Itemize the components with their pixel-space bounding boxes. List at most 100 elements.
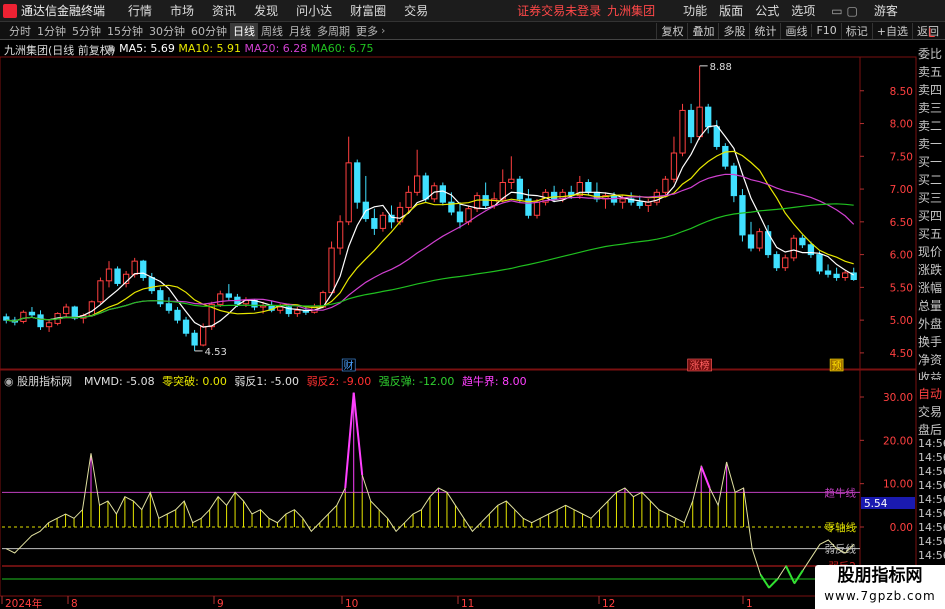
chart-canvas[interactable]: 8.50 8.00 7.50 7.00 6.50 6.00 5.50 5.00 4.50 8.88… xyxy=(0,0,945,609)
candle-body[interactable] xyxy=(705,106,712,128)
quote-field-label: 收益 xyxy=(918,371,943,380)
candle-body[interactable] xyxy=(200,326,207,346)
candle-body[interactable] xyxy=(131,260,138,275)
candle-body[interactable] xyxy=(508,178,515,184)
price-tick-label: 7.50 xyxy=(890,151,913,163)
candle-body[interactable] xyxy=(328,247,335,294)
settings-dot-icon[interactable]: ◉ xyxy=(106,42,119,55)
candle-body[interactable] xyxy=(790,237,797,259)
candle-body[interactable] xyxy=(157,290,164,305)
event-marker-label: 预 xyxy=(832,360,842,372)
indicator-panel-frame xyxy=(0,369,917,597)
candle-body[interactable] xyxy=(842,272,849,279)
weak1-value: -5.00 xyxy=(270,375,300,388)
time-tick-label: 11 xyxy=(461,598,474,609)
trade-time-list: 14:5614:5614:5614:5614:5614:5614:5614:56… xyxy=(918,437,945,565)
candle-body[interactable] xyxy=(182,319,190,334)
candle-body[interactable] xyxy=(799,237,806,246)
zero-break-value: 0.00 xyxy=(202,375,227,388)
candle-body[interactable] xyxy=(20,311,27,322)
trade-tab[interactable]: 盘后 xyxy=(918,421,945,435)
candle-body[interactable] xyxy=(277,306,284,311)
quote-field-label: 现价 xyxy=(918,245,943,259)
candle-body[interactable] xyxy=(756,231,763,249)
candle-body[interactable] xyxy=(354,162,361,203)
price-tick-label: 7.00 xyxy=(890,184,913,196)
quote-field-label: 买一 xyxy=(918,155,943,169)
candle-body[interactable] xyxy=(636,201,643,206)
strong-rebound-label: 强反弹: xyxy=(378,375,416,388)
candle-body[interactable] xyxy=(782,257,789,269)
candle-body[interactable] xyxy=(679,109,686,154)
quote-field-label: 卖四 xyxy=(918,83,943,97)
candle-body[interactable] xyxy=(405,191,412,208)
candle-body[interactable] xyxy=(816,254,823,272)
indicator-tick-label: 10.00 xyxy=(883,479,913,491)
candle-body[interactable] xyxy=(739,195,746,236)
candle-body[interactable] xyxy=(713,126,720,147)
indicator-level-label: 趋牛线 xyxy=(825,486,857,499)
candle-body[interactable] xyxy=(516,178,524,200)
mvmd-signal-segment xyxy=(352,392,364,476)
candle-body[interactable] xyxy=(63,306,70,315)
mvmd-signal-segment xyxy=(344,392,355,489)
candle-body[interactable] xyxy=(165,303,173,311)
candle-body[interactable] xyxy=(225,293,232,298)
side-panel-toggle[interactable]: L xyxy=(918,24,945,42)
indicator-level-label: 弱反线 xyxy=(825,543,857,556)
ma60-label: MA60 xyxy=(310,42,342,55)
settings-dot-icon[interactable]: ◉ xyxy=(4,375,17,388)
candle-body[interactable] xyxy=(833,273,840,279)
candle-body[interactable] xyxy=(696,106,703,138)
candle-body[interactable] xyxy=(294,309,301,315)
candle-body[interactable] xyxy=(88,301,96,317)
trade-time: 14:56 xyxy=(918,521,945,534)
candle-body[interactable] xyxy=(336,221,344,249)
candle-body[interactable] xyxy=(670,152,678,180)
trade-tab[interactable]: 交易 xyxy=(918,403,945,421)
candle-body[interactable] xyxy=(730,165,738,197)
candle-body[interactable] xyxy=(722,145,729,167)
trade-time: 14:56 xyxy=(918,479,945,492)
candle-body[interactable] xyxy=(473,195,481,210)
candle-body[interactable] xyxy=(191,332,198,346)
candle-body[interactable] xyxy=(585,182,592,193)
ma10-label: MA10 xyxy=(178,42,210,55)
candle-body[interactable] xyxy=(45,322,53,328)
candle-body[interactable] xyxy=(550,191,558,200)
candle-body[interactable] xyxy=(747,234,755,249)
candle-body[interactable] xyxy=(824,270,832,275)
candle-body[interactable] xyxy=(371,218,378,229)
price-tick-label: 4.50 xyxy=(890,348,913,360)
candle-body[interactable] xyxy=(439,185,446,203)
candle-body[interactable] xyxy=(662,178,669,193)
trade-tab[interactable]: 自动 xyxy=(918,385,945,403)
candle-body[interactable] xyxy=(37,314,44,328)
candle-body[interactable] xyxy=(3,316,10,321)
candle-body[interactable] xyxy=(422,175,429,200)
candle-body[interactable] xyxy=(28,311,36,316)
candle-body[interactable] xyxy=(174,309,181,321)
quote-field-label: 总量 xyxy=(918,299,943,313)
candle-body[interactable] xyxy=(97,280,104,303)
candle-body[interactable] xyxy=(114,268,121,284)
candle-body[interactable] xyxy=(619,198,626,203)
indicator-tick-label: 30.00 xyxy=(883,392,913,404)
quote-field-label: 买四 xyxy=(918,209,943,223)
time-tick-label: 1 xyxy=(746,598,753,609)
candle-body[interactable] xyxy=(414,175,421,193)
candle-body[interactable] xyxy=(379,214,387,229)
candle-body[interactable] xyxy=(773,254,780,269)
candle-body[interactable] xyxy=(105,268,113,282)
candle-body[interactable] xyxy=(217,293,224,305)
watermark-title: 股朋指标网 xyxy=(837,566,923,586)
candle-body[interactable] xyxy=(140,260,147,279)
candle-body[interactable] xyxy=(687,109,695,138)
candle-body[interactable] xyxy=(533,201,541,216)
quote-field-label: 净资 xyxy=(918,353,943,367)
candle-body[interactable] xyxy=(71,306,78,319)
ma20-value: 6.28 xyxy=(282,42,308,55)
candle-body[interactable] xyxy=(456,211,464,223)
candle-body[interactable] xyxy=(345,162,352,223)
candle-body[interactable] xyxy=(148,277,155,292)
